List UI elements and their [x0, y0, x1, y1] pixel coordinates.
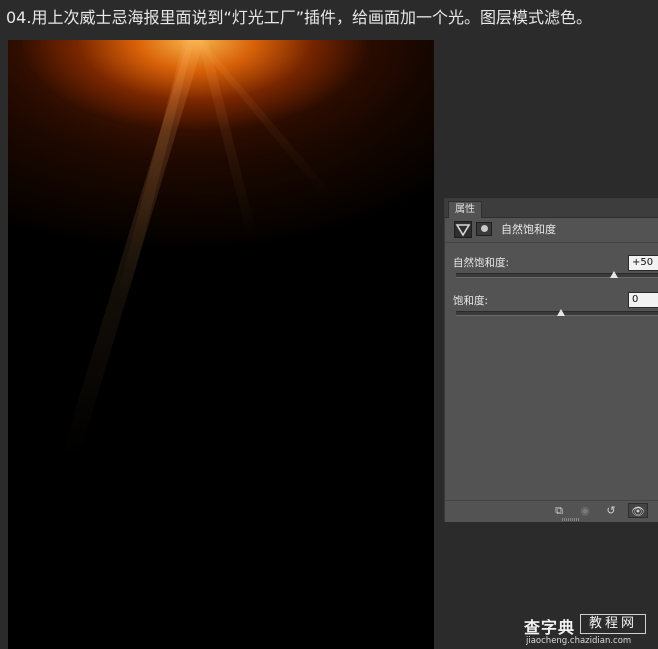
tutorial-step-caption: 04.用上次威士忌海报里面说到“灯光工厂”插件，给画面加一个光。图层模式滤色。 [0, 0, 658, 40]
saturation-slider-thumb[interactable] [557, 309, 565, 316]
watermark-logo: 查字典 [524, 618, 576, 637]
light-rays [60, 40, 338, 460]
watermark-box-text: 教程网 [580, 614, 646, 634]
view-previous-state-icon[interactable]: ◉ [575, 503, 595, 518]
panel-footer: ⧉ ◉ ↺ 👁 [445, 500, 658, 520]
vibrance-adjustment-icon[interactable] [454, 221, 472, 238]
document-canvas[interactable] [8, 40, 434, 649]
reset-icon[interactable]: ↺ [601, 503, 621, 518]
vibrance-slider[interactable] [456, 271, 658, 278]
watermark-url: jiaocheng.chazidian.com [526, 636, 632, 646]
adjustment-title: 自然饱和度 [501, 223, 556, 236]
saturation-slider[interactable] [456, 309, 658, 316]
site-watermark: 查字典 教程网 jiaocheng.chazidian.com [520, 612, 658, 649]
panel-header: 自然饱和度 [445, 218, 658, 243]
properties-panel: 属性 自然饱和度 自然饱和度: +50 饱和度: 0 ⧉ ◉ ↺ 👁 [444, 198, 658, 522]
visibility-eye-icon[interactable]: 👁 [628, 503, 648, 518]
saturation-value-input[interactable]: 0 [628, 292, 658, 308]
layer-mask-icon[interactable] [476, 222, 492, 236]
tab-properties[interactable]: 属性 [448, 201, 482, 218]
vibrance-slider-thumb[interactable] [609, 271, 618, 278]
clip-to-layer-icon[interactable]: ⧉ [549, 503, 569, 518]
vibrance-label: 自然饱和度: [453, 257, 510, 269]
saturation-label: 饱和度: [453, 295, 489, 307]
panel-tab-bar: 属性 [445, 199, 658, 218]
panel-resize-grip[interactable] [562, 518, 580, 521]
vibrance-value-input[interactable]: +50 [628, 255, 658, 271]
